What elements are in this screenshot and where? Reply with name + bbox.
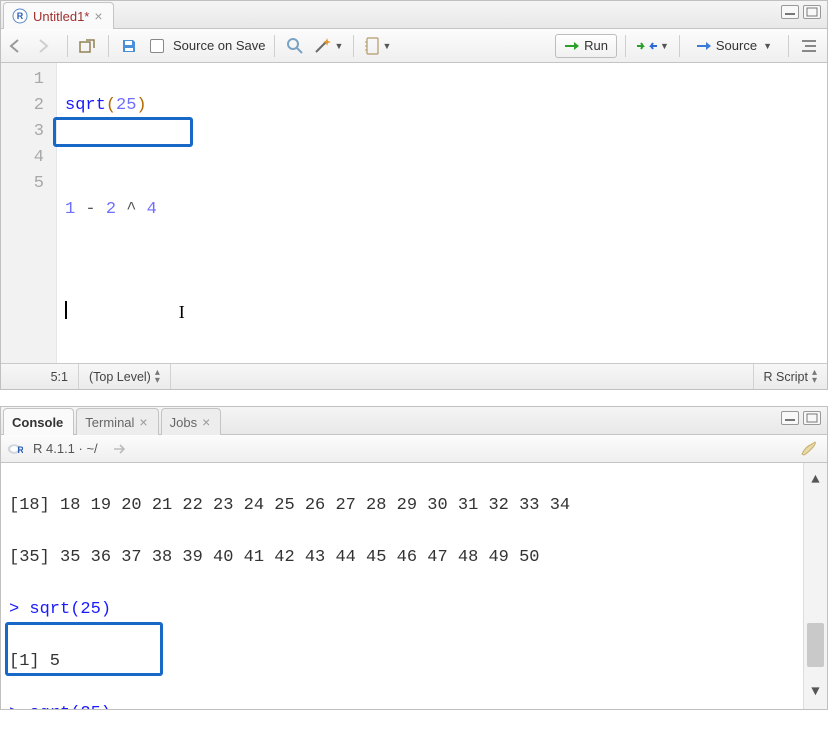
source-tabbar: R Untitled1* × — [1, 1, 827, 29]
code-line — [65, 145, 819, 171]
source-on-save-checkbox[interactable] — [145, 34, 169, 58]
close-icon[interactable]: × — [139, 415, 147, 429]
r-logo-icon: R — [7, 441, 23, 457]
code-line: I — [65, 301, 819, 327]
notebook-icon[interactable]: ▼ — [362, 34, 393, 58]
run-label: Run — [584, 38, 608, 53]
source-on-save-label: Source on Save — [173, 38, 266, 53]
console-highlight-annotation — [5, 622, 163, 676]
source-toolbar: Source on Save ▼ ▼ Run ▼ Source ▼ — [1, 29, 827, 63]
console-header: R R 4.1.1 · ~/ — [1, 435, 827, 463]
console-line: [35] 35 36 37 38 39 40 41 42 43 44 45 46… — [9, 545, 819, 571]
source-label: Source — [716, 38, 757, 53]
editor-tab-untitled1[interactable]: R Untitled1* × — [3, 2, 114, 29]
goto-wd-icon[interactable] — [108, 437, 132, 461]
outline-icon[interactable] — [797, 34, 821, 58]
code-line: sqrt(25) — [65, 93, 819, 119]
pane-window-controls — [781, 5, 821, 19]
pane-window-controls — [781, 411, 821, 425]
console-scrollbar[interactable]: ▲ ▼ — [803, 463, 827, 709]
svg-text:R: R — [17, 445, 23, 455]
source-pane: R Untitled1* × Source on Save ▼ ▼ Run ▼ — [0, 0, 828, 390]
rerun-icon[interactable]: ▼ — [634, 34, 671, 58]
console-line: > sqrt(25) — [9, 597, 819, 623]
wand-icon[interactable]: ▼ — [311, 34, 346, 58]
code-line: 1 - 2 ^ 4 — [65, 197, 819, 223]
minimize-pane-icon[interactable] — [781, 5, 799, 19]
maximize-pane-icon[interactable] — [803, 411, 821, 425]
console-line: > sqrt(25) — [9, 701, 819, 709]
run-button[interactable]: Run — [555, 34, 617, 58]
code-line — [65, 249, 819, 275]
back-icon[interactable] — [7, 34, 31, 58]
line-number: 3 — [1, 119, 44, 145]
scroll-track[interactable] — [804, 497, 827, 675]
editor-tab-title: Untitled1* — [33, 9, 89, 24]
svg-text:R: R — [17, 11, 24, 21]
scroll-down-icon[interactable]: ▼ — [811, 675, 819, 709]
console-output[interactable]: [18] 18 19 20 21 22 23 24 25 26 27 28 29… — [1, 463, 827, 709]
tab-terminal[interactable]: Terminal× — [76, 408, 158, 435]
console-crumb: R 4.1.1 · ~/ — [33, 441, 98, 456]
source-button[interactable]: Source ▼ — [688, 34, 780, 58]
run-arrow-icon — [564, 40, 580, 52]
maximize-pane-icon[interactable] — [803, 5, 821, 19]
minimize-pane-icon[interactable] — [781, 411, 799, 425]
code-editor[interactable]: 1 2 3 4 5 sqrt(25) 1 - 2 ^ 4 I — [1, 63, 827, 363]
forward-icon[interactable] — [35, 34, 59, 58]
ibeam-cursor: I — [179, 303, 185, 321]
tab-jobs[interactable]: Jobs× — [161, 408, 222, 435]
line-number: 5 — [1, 171, 44, 197]
scroll-thumb[interactable] — [807, 623, 824, 667]
close-icon[interactable]: × — [202, 415, 210, 429]
save-icon[interactable] — [117, 34, 141, 58]
scroll-up-icon[interactable]: ▲ — [811, 463, 819, 497]
console-pane: Console Terminal× Jobs× R R 4.1.1 · ~/ [… — [0, 406, 828, 710]
popout-icon[interactable] — [76, 34, 100, 58]
code-area[interactable]: sqrt(25) 1 - 2 ^ 4 I — [57, 63, 827, 363]
line-number: 4 — [1, 145, 44, 171]
line-gutter: 1 2 3 4 5 — [1, 63, 57, 363]
console-line: [18] 18 19 20 21 22 23 24 25 26 27 28 29… — [9, 493, 819, 519]
text-cursor — [65, 301, 67, 319]
line-number: 2 — [1, 93, 44, 119]
r-file-icon: R — [12, 8, 28, 24]
find-icon[interactable] — [283, 34, 307, 58]
clear-console-icon[interactable] — [797, 437, 821, 461]
close-icon[interactable]: × — [94, 9, 102, 23]
console-tabbar: Console Terminal× Jobs× — [1, 407, 827, 435]
tab-console[interactable]: Console — [3, 408, 74, 435]
line3-highlight-annotation — [53, 117, 193, 147]
line-number: 1 — [1, 67, 44, 93]
source-arrow-icon — [696, 40, 712, 52]
